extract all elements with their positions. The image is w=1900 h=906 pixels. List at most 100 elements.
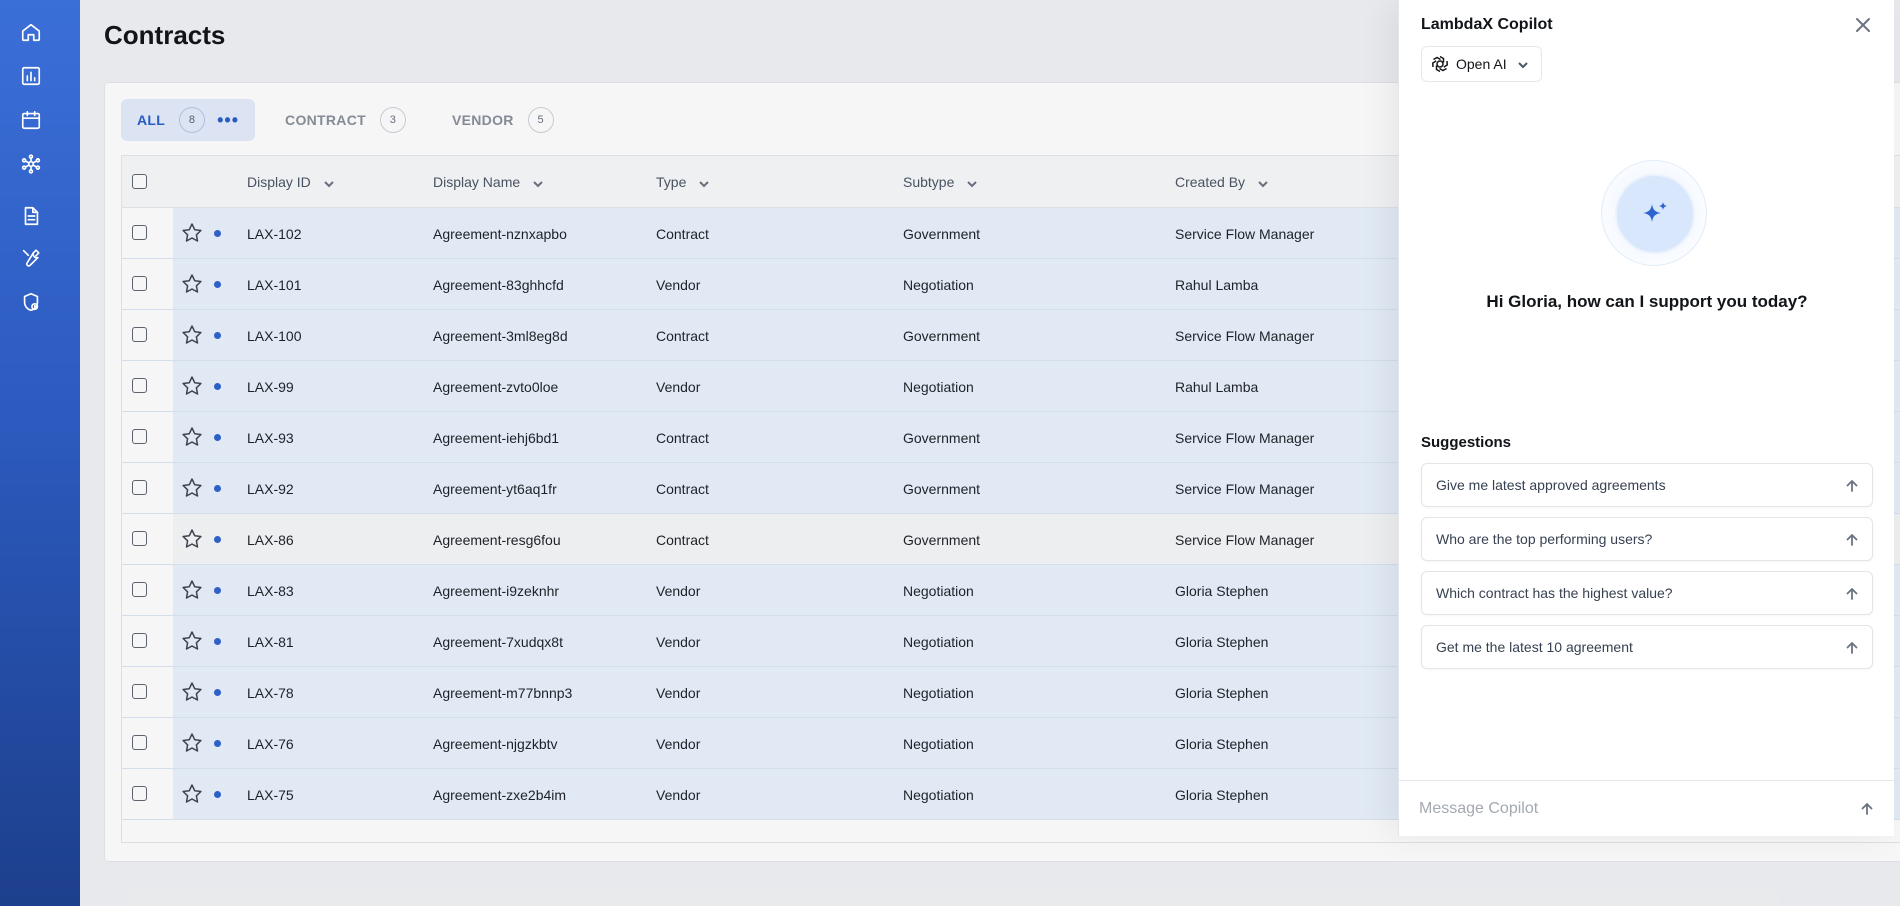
cell-subtype: Government xyxy=(903,531,981,548)
column-header-display-name[interactable]: Display Name xyxy=(433,156,543,208)
star-icon[interactable] xyxy=(180,476,204,500)
cell-display-id: LAX-76 xyxy=(247,735,294,752)
star-icon[interactable] xyxy=(180,323,204,347)
cell-display-name: Agreement-resg6fou xyxy=(433,531,561,548)
cell-subtype: Negotiation xyxy=(903,276,974,293)
star-icon[interactable] xyxy=(180,272,204,296)
suggestion-item[interactable]: Who are the top performing users? xyxy=(1421,517,1873,561)
unread-dot xyxy=(214,740,221,747)
chevron-down-icon[interactable] xyxy=(1257,177,1268,188)
column-header-created-by[interactable]: Created By xyxy=(1175,156,1268,208)
cell-created-by: Service Flow Manager xyxy=(1175,225,1315,242)
row-checkbox[interactable] xyxy=(132,735,147,750)
row-checkbox[interactable] xyxy=(132,786,147,801)
message-composer xyxy=(1399,780,1895,836)
star-icon[interactable] xyxy=(180,680,204,704)
star-icon[interactable] xyxy=(180,782,204,806)
cell-subtype: Government xyxy=(903,429,981,446)
cell-created-by: Service Flow Manager xyxy=(1175,531,1315,548)
tab-contract-label: CONTRACT xyxy=(285,112,366,128)
suggestion-item[interactable]: Get me the latest 10 agreement xyxy=(1421,625,1873,669)
cell-type: Vendor xyxy=(656,684,701,701)
tab-vendor[interactable]: VENDOR 5 xyxy=(436,99,570,141)
cell-created-by: Service Flow Manager xyxy=(1175,480,1315,497)
column-label: Type xyxy=(656,174,687,190)
message-input[interactable] xyxy=(1419,791,1839,827)
row-checkbox[interactable] xyxy=(132,582,147,597)
cell-type: Vendor xyxy=(656,276,701,293)
star-icon[interactable] xyxy=(180,629,204,653)
cell-type: Contract xyxy=(656,429,709,446)
home-icon[interactable] xyxy=(19,20,43,44)
network-icon[interactable] xyxy=(19,152,43,176)
document-icon[interactable] xyxy=(19,204,43,228)
chart-icon[interactable] xyxy=(19,64,43,88)
row-checkbox[interactable] xyxy=(132,276,147,291)
star-icon[interactable] xyxy=(180,425,204,449)
send-arrow-icon[interactable] xyxy=(1859,801,1875,817)
cell-created-by: Gloria Stephen xyxy=(1175,633,1269,650)
chevron-down-icon[interactable] xyxy=(532,177,543,188)
star-icon[interactable] xyxy=(180,527,204,551)
sidebar xyxy=(0,0,80,906)
tab-all[interactable]: ALL 8 ••• xyxy=(121,99,256,141)
cell-subtype: Government xyxy=(903,327,981,344)
more-options-icon[interactable]: ••• xyxy=(217,111,239,129)
chevron-down-icon[interactable] xyxy=(323,177,334,188)
chevron-down-icon[interactable] xyxy=(698,177,710,188)
cell-type: Contract xyxy=(656,225,709,242)
openai-icon xyxy=(1430,54,1450,74)
row-checkbox[interactable] xyxy=(132,531,147,546)
wrench-icon[interactable] xyxy=(19,246,43,270)
star-icon[interactable] xyxy=(180,731,204,755)
cell-type: Contract xyxy=(656,531,709,548)
column-header-display-id[interactable]: Display ID xyxy=(247,156,334,208)
model-label: Open AI xyxy=(1456,56,1507,72)
star-icon[interactable] xyxy=(180,221,204,245)
cell-display-id: LAX-99 xyxy=(247,378,294,395)
cell-type: Vendor xyxy=(656,735,701,752)
star-icon[interactable] xyxy=(180,578,204,602)
row-checkbox[interactable] xyxy=(132,480,147,495)
column-header-subtype[interactable]: Subtype xyxy=(903,156,978,208)
suggestion-label: Who are the top performing users? xyxy=(1436,531,1653,547)
select-all-checkbox[interactable] xyxy=(132,174,147,189)
row-checkbox[interactable] xyxy=(132,225,147,240)
suggestion-item[interactable]: Which contract has the highest value? xyxy=(1421,571,1873,615)
cell-display-name: Agreement-nznxapbo xyxy=(433,225,567,242)
cell-type: Vendor xyxy=(656,633,701,650)
tab-vendor-label: VENDOR xyxy=(451,112,514,128)
page-title: Contracts xyxy=(104,20,226,50)
cell-created-by: Rahul Lamba xyxy=(1175,276,1259,293)
column-label: Display Name xyxy=(433,174,521,190)
tab-contract[interactable]: CONTRACT 3 xyxy=(269,99,422,141)
cell-display-name: Agreement-83ghhcfd xyxy=(433,276,564,293)
cell-display-name: Agreement-iehj6bd1 xyxy=(433,429,560,446)
suggestion-item[interactable]: Give me latest approved agreements xyxy=(1421,463,1873,507)
cell-created-by: Gloria Stephen xyxy=(1175,684,1269,701)
row-checkbox[interactable] xyxy=(132,327,147,342)
chevron-down-icon[interactable] xyxy=(966,177,978,188)
tab-all-count: 8 xyxy=(179,107,206,133)
cell-display-name: Agreement-yt6aq1fr xyxy=(433,480,557,497)
row-checkbox[interactable] xyxy=(132,429,147,444)
unread-dot xyxy=(214,536,221,543)
cell-display-name: Agreement-zxe2b4im xyxy=(433,786,567,803)
unread-dot xyxy=(214,791,221,798)
copilot-title: LambdaX Copilot xyxy=(1421,16,1553,33)
row-checkbox[interactable] xyxy=(132,633,147,648)
cell-subtype: Government xyxy=(903,225,981,242)
cell-type: Vendor xyxy=(656,786,701,803)
shield-icon[interactable] xyxy=(19,290,43,314)
star-icon[interactable] xyxy=(180,374,204,398)
column-header-type[interactable]: Type xyxy=(656,156,710,208)
row-checkbox[interactable] xyxy=(132,684,147,699)
tab-bar: ALL 8 ••• CONTRACT 3 VENDOR 5 xyxy=(121,99,584,141)
cell-created-by: Gloria Stephen xyxy=(1175,735,1269,752)
tab-contract-count: 3 xyxy=(379,107,406,133)
calendar-icon[interactable] xyxy=(19,108,43,132)
row-checkbox[interactable] xyxy=(132,378,147,393)
model-selector[interactable]: Open AI xyxy=(1421,46,1542,82)
close-icon[interactable] xyxy=(1854,16,1872,34)
column-label: Subtype xyxy=(903,174,955,190)
